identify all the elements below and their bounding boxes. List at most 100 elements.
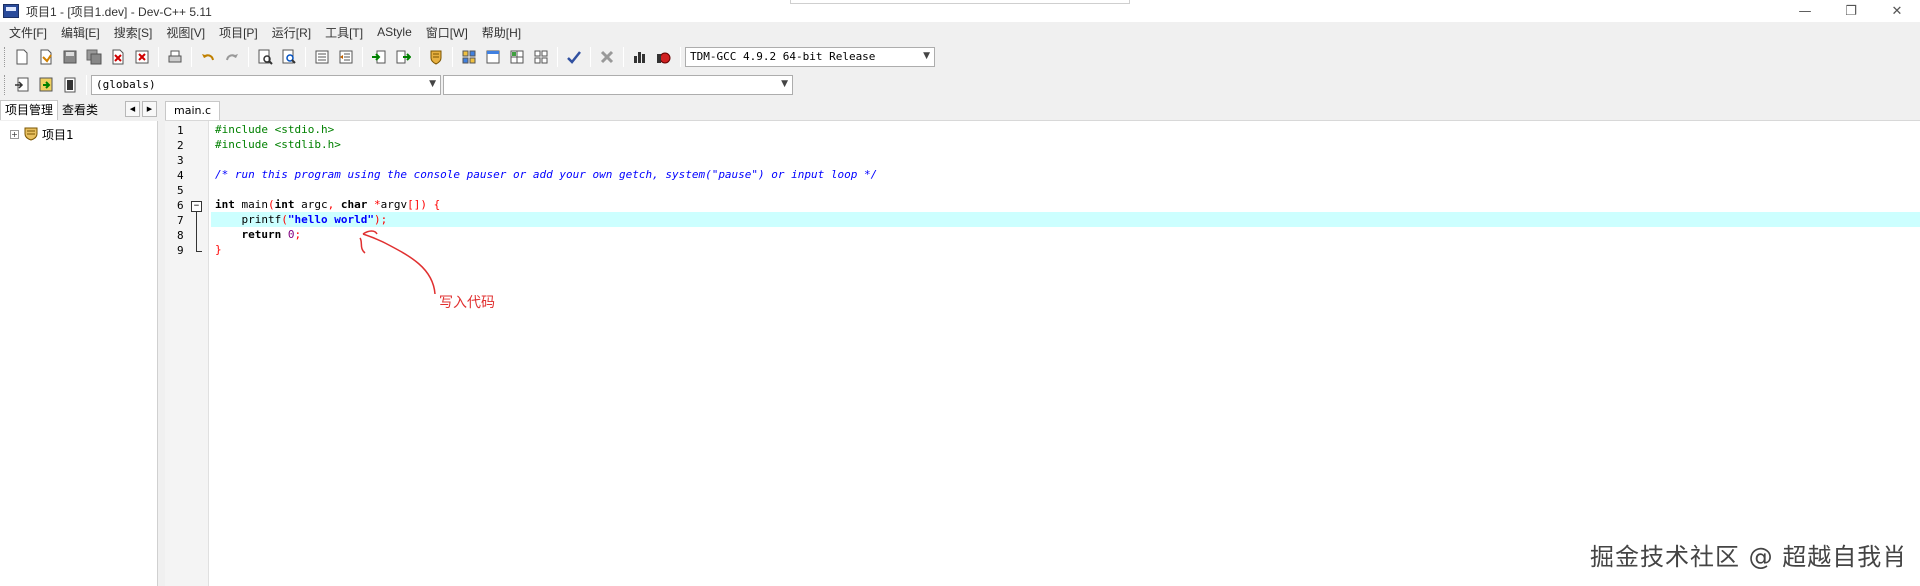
debug-button[interactable]	[653, 46, 675, 68]
project-panel: 项目管理 查看类 ◀ ▶ + 项目1	[0, 100, 160, 586]
redo-icon	[226, 53, 238, 60]
menu-view[interactable]: 视图[V]	[159, 24, 212, 41]
redo-button[interactable]	[221, 46, 243, 68]
tab-project-manager[interactable]: 项目管理	[0, 100, 59, 120]
tree-item-label: 项目1	[42, 127, 74, 142]
code-line[interactable]: #include <stdlib.h>	[211, 137, 1920, 152]
toolbar-separator	[623, 46, 624, 67]
stop-execution-button[interactable]	[596, 46, 618, 68]
bookmark-button[interactable]	[35, 74, 57, 96]
title-bar: 项目1 - [项目1.dev] - Dev-C++ 5.11 — ❐ ✕	[0, 0, 1920, 22]
indent-button[interactable]	[311, 46, 333, 68]
maximize-button[interactable]: ❐	[1828, 0, 1874, 22]
code-token: );	[373, 213, 388, 226]
check-syntax-button[interactable]	[563, 46, 585, 68]
code-line[interactable]: return 0;	[211, 227, 1920, 242]
layout-tile-button[interactable]	[458, 46, 480, 68]
code-token: argv	[380, 198, 408, 211]
close-all-button[interactable]	[131, 46, 153, 68]
code-token: argc	[294, 198, 328, 211]
new-file-button[interactable]	[11, 46, 33, 68]
expand-icon[interactable]: +	[10, 129, 19, 139]
print-button[interactable]	[164, 46, 186, 68]
code-line[interactable]: printf("hello world");	[211, 212, 1920, 227]
menu-file[interactable]: 文件[F]	[2, 24, 54, 41]
goto-function-button[interactable]	[368, 46, 390, 68]
close-file-button[interactable]	[107, 46, 129, 68]
undo-icon	[202, 53, 214, 60]
code-line[interactable]: #include <stdio.h>	[211, 122, 1920, 137]
save-all-button[interactable]	[83, 46, 105, 68]
compiler-select-value: TDM-GCC 4.9.2 64-bit Release	[690, 50, 876, 63]
code-line[interactable]: /* run this program using the console pa…	[211, 167, 1920, 182]
minimize-button[interactable]: —	[1782, 0, 1828, 22]
undo-button[interactable]	[197, 46, 219, 68]
code-editor[interactable]: 1 2 3 4 5 6 7 8 9 − #include <stdio.h> #i…	[165, 120, 1920, 586]
code-line[interactable]	[211, 152, 1920, 167]
code-line[interactable]	[211, 182, 1920, 197]
save-icon	[63, 50, 77, 63]
cross-icon	[600, 50, 614, 63]
code-token: ;	[294, 228, 302, 241]
line-number: 8	[177, 229, 184, 242]
fold-collapse-icon[interactable]: −	[191, 201, 202, 212]
open-file-button[interactable]	[35, 46, 57, 68]
menu-edit[interactable]: 编辑[E]	[54, 24, 107, 41]
menu-window[interactable]: 窗口[W]	[419, 24, 475, 41]
tab-main-c[interactable]: main.c	[165, 101, 221, 120]
annotation-label: 写入代码	[439, 295, 495, 311]
code-token: #include <stdlib.h>	[215, 138, 341, 151]
unindent-button[interactable]	[335, 46, 357, 68]
menu-project[interactable]: 项目[P]	[212, 24, 265, 41]
tab-scroll-right-button[interactable]: ▶	[142, 101, 157, 117]
project-options-button[interactable]	[425, 46, 447, 68]
menu-tools[interactable]: 工具[T]	[318, 24, 370, 41]
code-token: char	[340, 198, 368, 211]
menu-search[interactable]: 搜索[S]	[107, 24, 160, 41]
save-all-icon	[86, 49, 102, 64]
insert-button[interactable]	[11, 74, 33, 96]
code-line[interactable]: }	[211, 242, 1920, 257]
code-token: (	[281, 213, 288, 226]
code-token: /* run this program using the console pa…	[215, 168, 878, 181]
goto-bookmark-button[interactable]	[59, 74, 81, 96]
bar-chart-icon	[634, 51, 645, 63]
menu-run[interactable]: 运行[R]	[265, 24, 318, 41]
compiler-select[interactable]: TDM-GCC 4.9.2 64-bit Release ▼	[685, 46, 935, 67]
layout-window-button[interactable]	[482, 46, 504, 68]
toolbar-separator	[158, 46, 159, 67]
scope-select[interactable]: (globals) ▼	[91, 74, 441, 95]
code-line[interactable]: int main(int argc, char *argv[]) {	[211, 197, 1920, 212]
tab-class-browser[interactable]: 查看类	[58, 101, 102, 120]
menu-help[interactable]: 帮助[H]	[475, 24, 528, 41]
replace-button[interactable]	[278, 46, 300, 68]
close-button[interactable]: ✕	[1874, 0, 1920, 22]
code-token: 0	[287, 228, 295, 241]
overlay-window-edge	[790, 0, 1130, 4]
goto-line-button[interactable]	[392, 46, 414, 68]
goto-bookmark-icon	[64, 77, 76, 92]
secondary-toolbar: (globals) ▼ ▼	[0, 71, 800, 98]
open-file-icon	[40, 49, 52, 64]
find-button[interactable]	[254, 46, 276, 68]
code-token: }	[215, 243, 222, 256]
save-button[interactable]	[59, 46, 81, 68]
grid-icon	[510, 50, 524, 63]
layout-cascade-button[interactable]	[530, 46, 552, 68]
code-token: main	[234, 198, 268, 211]
function-select[interactable]: ▼	[443, 74, 793, 95]
toolbar-separator	[362, 46, 363, 67]
close-file-icon	[112, 49, 124, 64]
profile-chart-button[interactable]	[629, 46, 651, 68]
tab-scroll-left-button[interactable]: ◀	[125, 101, 140, 117]
layout-grid-button[interactable]	[506, 46, 528, 68]
line-number: 4	[177, 169, 184, 182]
menu-astyle[interactable]: AStyle	[370, 25, 419, 39]
bug-icon	[657, 52, 671, 63]
tree-item-project[interactable]: + 项目1	[0, 125, 157, 143]
line-gutter: 1 2 3 4 5 6 7 8 9 −	[165, 121, 209, 586]
line-number: 1	[177, 124, 184, 137]
